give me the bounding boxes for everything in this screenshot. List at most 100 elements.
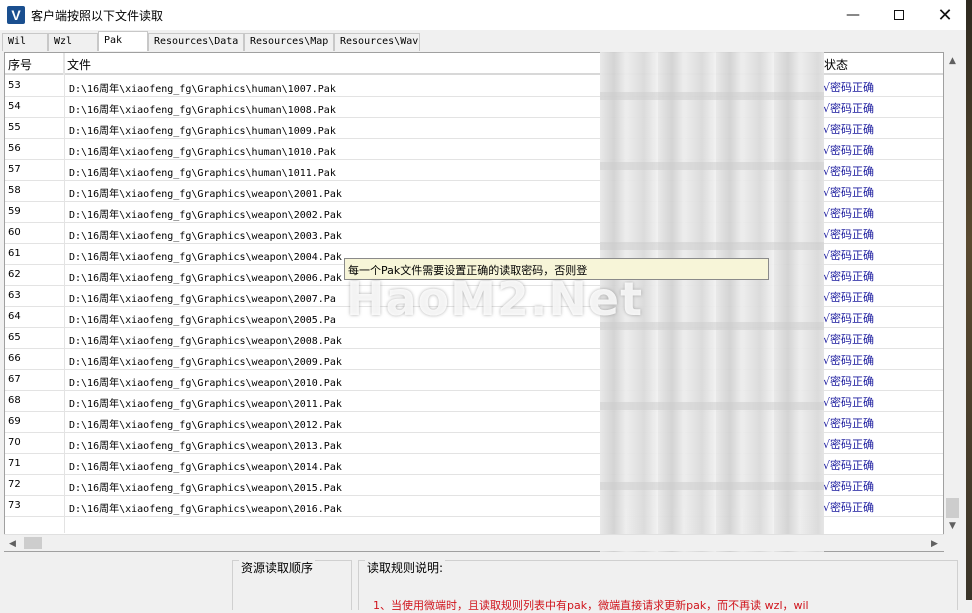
- row-status: √密码正确: [823, 270, 875, 283]
- watermark: HaoM2.Net: [346, 272, 644, 326]
- row-status: √密码正确: [823, 501, 875, 514]
- horizontal-scroll-thumb[interactable]: [24, 537, 42, 549]
- scroll-up-icon[interactable]: ▲: [944, 52, 961, 69]
- bottom-panel: 资源读取顺序 读取规则说明: 1、当使用微端时，且读取规则列表中有pak，微端直…: [0, 552, 972, 612]
- row-index: 71: [8, 458, 21, 469]
- row-file-path: D:\16周年\xiaofeng_fg\Graphics\weapon\2013…: [69, 441, 342, 452]
- app-logo-icon: V: [7, 6, 25, 24]
- row-file-path: D:\16周年\xiaofeng_fg\Graphics\human\1007.…: [69, 84, 336, 95]
- app-window: V 客户端按照以下文件读取 — ✕ Wil Wzl Pak Resources\…: [0, 0, 972, 612]
- tab-resources-map[interactable]: Resources\Map: [244, 33, 334, 51]
- vertical-scrollbar[interactable]: ▲ ▼: [944, 52, 961, 534]
- row-file-path: D:\16周年\xiaofeng_fg\Graphics\weapon\2003…: [69, 231, 342, 242]
- row-status: √密码正确: [823, 312, 875, 325]
- row-index: 73: [8, 500, 21, 511]
- row-index: 72: [8, 479, 21, 490]
- row-status: √密码正确: [823, 81, 875, 94]
- tab-pak[interactable]: Pak: [98, 31, 148, 51]
- row-index: 54: [8, 101, 21, 112]
- background-edge: [966, 0, 972, 600]
- row-status: √密码正确: [823, 102, 875, 115]
- read-rule-line: 1、当使用微端时，且读取规则列表中有pak，微端直接请求更新pak，而不再读 w…: [373, 599, 809, 612]
- row-file-path: D:\16周年\xiaofeng_fg\Graphics\weapon\2012…: [69, 420, 342, 431]
- read-rules-label: 读取规则说明:: [365, 559, 446, 576]
- row-file-path: D:\16周年\xiaofeng_fg\Graphics\weapon\2010…: [69, 378, 342, 389]
- row-status: √密码正确: [823, 228, 875, 241]
- row-file-path: D:\16周年\xiaofeng_fg\Graphics\weapon\2014…: [69, 462, 342, 473]
- minimize-button[interactable]: —: [830, 0, 876, 30]
- maximize-icon: [894, 10, 904, 20]
- row-file-path: D:\16周年\xiaofeng_fg\Graphics\human\1008.…: [69, 105, 336, 116]
- row-file-path: D:\16周年\xiaofeng_fg\Graphics\weapon\2002…: [69, 210, 342, 221]
- row-index: 56: [8, 143, 21, 154]
- tab-resources-wav[interactable]: Resources\Wav: [334, 33, 420, 51]
- row-file-path: D:\16周年\xiaofeng_fg\Graphics\weapon\2005…: [69, 315, 336, 326]
- close-button[interactable]: ✕: [922, 0, 968, 30]
- row-file-path: D:\16周年\xiaofeng_fg\Graphics\weapon\2008…: [69, 336, 342, 347]
- horizontal-scrollbar[interactable]: ◀ ▶: [4, 534, 944, 551]
- row-index: 69: [8, 416, 21, 427]
- row-status: √密码正确: [823, 354, 875, 367]
- row-file-path: D:\16周年\xiaofeng_fg\Graphics\weapon\2001…: [69, 189, 342, 200]
- row-status: √密码正确: [823, 396, 875, 409]
- row-index: 59: [8, 206, 21, 217]
- row-index: 61: [8, 248, 21, 259]
- blur-band: [600, 162, 824, 170]
- resource-order-group: 资源读取顺序: [232, 559, 352, 610]
- scroll-right-icon[interactable]: ▶: [926, 536, 943, 551]
- scroll-left-icon[interactable]: ◀: [4, 536, 21, 551]
- tab-wzl[interactable]: Wzl: [48, 33, 98, 51]
- column-header-index[interactable]: 序号: [5, 53, 64, 75]
- vertical-scroll-thumb[interactable]: [946, 498, 959, 518]
- row-index: 70: [8, 437, 21, 448]
- window-title: 客户端按照以下文件读取: [31, 8, 164, 23]
- row-index: 63: [8, 290, 21, 301]
- row-status: √密码正确: [823, 438, 875, 451]
- row-index: 53: [8, 80, 21, 91]
- row-status: √密码正确: [823, 333, 875, 346]
- maximize-button[interactable]: [876, 0, 922, 30]
- title-bar: V 客户端按照以下文件读取 — ✕: [0, 0, 972, 30]
- blur-band: [600, 92, 824, 100]
- row-status: √密码正确: [823, 249, 875, 262]
- row-index: 58: [8, 185, 21, 196]
- column-header-status[interactable]: 状态: [821, 53, 943, 75]
- scroll-down-icon[interactable]: ▼: [944, 517, 961, 534]
- row-status: √密码正确: [823, 417, 875, 430]
- row-index: 66: [8, 353, 21, 364]
- row-index: 64: [8, 311, 21, 322]
- resource-order-label: 资源读取顺序: [239, 559, 316, 576]
- tab-wil[interactable]: Wil: [2, 33, 48, 51]
- blur-band: [600, 242, 824, 250]
- row-file-path: D:\16周年\xiaofeng_fg\Graphics\weapon\2009…: [69, 357, 342, 368]
- row-file-path: D:\16周年\xiaofeng_fg\Graphics\weapon\2016…: [69, 504, 342, 515]
- row-status: √密码正确: [823, 459, 875, 472]
- row-file-path: D:\16周年\xiaofeng_fg\Graphics\weapon\2006…: [69, 273, 342, 284]
- row-status: √密码正确: [823, 165, 875, 178]
- row-file-path: D:\16周年\xiaofeng_fg\Graphics\weapon\2015…: [69, 483, 342, 494]
- row-status: √密码正确: [823, 186, 875, 199]
- blur-band: [600, 482, 824, 490]
- row-file-path: D:\16周年\xiaofeng_fg\Graphics\human\1010.…: [69, 147, 336, 158]
- tab-resources-data[interactable]: Resources\Data: [148, 33, 244, 51]
- row-status: √密码正确: [823, 480, 875, 493]
- row-index: 67: [8, 374, 21, 385]
- row-status: √密码正确: [823, 144, 875, 157]
- row-index: 55: [8, 122, 21, 133]
- blur-band: [600, 402, 824, 410]
- read-rules-group: 读取规则说明: 1、当使用微端时，且读取规则列表中有pak，微端直接请求更新pa…: [358, 559, 958, 612]
- row-file-path: D:\16周年\xiaofeng_fg\Graphics\human\1011.…: [69, 168, 336, 179]
- row-status: √密码正确: [823, 207, 875, 220]
- row-index: 57: [8, 164, 21, 175]
- row-status: √密码正确: [823, 123, 875, 136]
- row-file-path: D:\16周年\xiaofeng_fg\Graphics\weapon\2007…: [69, 294, 336, 305]
- row-status: √密码正确: [823, 375, 875, 388]
- row-index: 68: [8, 395, 21, 406]
- row-file-path: D:\16周年\xiaofeng_fg\Graphics\human\1009.…: [69, 126, 336, 137]
- row-file-path: D:\16周年\xiaofeng_fg\Graphics\weapon\2004…: [69, 252, 342, 263]
- row-index: 62: [8, 269, 21, 280]
- row-file-path: D:\16周年\xiaofeng_fg\Graphics\weapon\2011…: [69, 399, 342, 410]
- row-index: 65: [8, 332, 21, 343]
- tab-bar: Wil Wzl Pak Resources\Data Resources\Map…: [2, 31, 420, 51]
- row-index: 60: [8, 227, 21, 238]
